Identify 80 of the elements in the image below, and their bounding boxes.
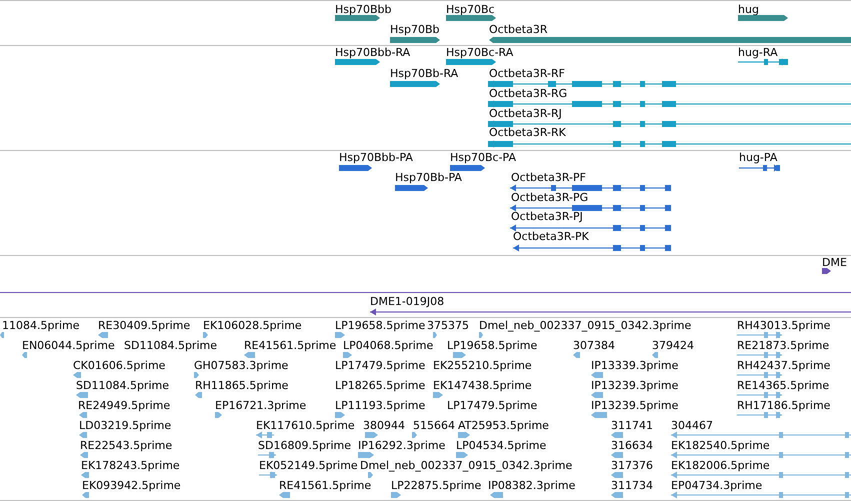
feature-label: RH11865.5prime: [195, 379, 288, 393]
feature-label: EN06044.5prime: [22, 339, 115, 353]
feature-label: Dmel_neb_002337_0915_0342.3prime: [479, 319, 692, 333]
feature-label: IP13339.3prime: [591, 359, 678, 373]
feature-label: EK182540.5prime: [671, 439, 770, 453]
feature-label: RH17186.5prime: [737, 399, 830, 413]
feature-label: IP08382.3prime: [488, 479, 576, 493]
feature-label: Hsp70Bbb-PA: [339, 151, 413, 165]
feature-label: LP19658.5prime: [447, 339, 538, 353]
feature-label: Hsp70Bbb: [335, 3, 392, 17]
feature-label: Hsp70Bb-PA: [395, 171, 462, 185]
feature-label: RE41561.5prime: [244, 339, 336, 353]
feature-label: SD16809.5prime: [258, 439, 351, 453]
feature-label: Octbeta3R: [489, 23, 548, 37]
feature-label: LP04534.5prime: [456, 439, 546, 453]
feature-label: Octbeta3R-RG: [489, 87, 568, 101]
feature-label: 375375: [427, 319, 469, 333]
feature-label: EK182006.5prime: [671, 459, 770, 473]
feature-label: SD11084.5prime: [124, 339, 217, 353]
feature-label: RE24949.5prime: [78, 399, 170, 413]
feature-label: Octbeta3R-RK: [489, 126, 566, 140]
feature-label: EK052149.5prime: [259, 459, 358, 473]
feature-label: IP16292.3prime: [358, 439, 446, 453]
feature-label: Hsp70Bb: [390, 23, 440, 37]
feature-label: EK117610.5prime: [256, 419, 355, 433]
feature-label: 311734: [611, 479, 653, 493]
feature-label: Hsp70Bc-RA: [446, 46, 514, 60]
feature-label: Octbeta3R-RJ: [489, 107, 562, 121]
feature-label: LP17479.5prime: [447, 399, 538, 413]
feature-label: GH07583.3prime: [194, 359, 288, 373]
feature-label: 515664: [413, 419, 455, 433]
feature-label: 11084.5prime: [2, 319, 80, 333]
feature-label: RE30409.5prime: [98, 319, 190, 333]
feature-label: CK01606.5prime: [73, 359, 166, 373]
feature-label: 311741: [611, 419, 653, 433]
feature-label: RE21873.5prime: [737, 339, 830, 353]
feature-label: LP04068.5prime: [343, 339, 434, 353]
feature-label: Octbeta3R-PJ: [511, 210, 583, 224]
feature-label: LP19658.5prime: [335, 319, 426, 333]
feature-label: LP18265.5prime: [335, 379, 426, 393]
feature-label: RE41561.5prime: [279, 479, 372, 493]
feature-label: EK093942.5prime: [82, 479, 181, 493]
feature-label: EK178243.5prime: [81, 459, 180, 473]
feature-label: RE14365.5prime: [737, 379, 830, 393]
feature-label: LP22875.5prime: [391, 479, 482, 493]
feature-label: LP11193.5prime: [335, 399, 426, 413]
feature-label: RH43013.5prime: [737, 319, 830, 333]
feature-label: 304467: [671, 419, 713, 433]
feature-label: EK147438.5prime: [433, 379, 532, 393]
feature-label: EK255210.5prime: [433, 359, 532, 373]
feature-label: 317376: [611, 459, 653, 473]
feature-label: Hsp70Bbb-RA: [335, 46, 410, 60]
feature-label: Hsp70Bb-RA: [390, 67, 458, 81]
feature-label: SD11084.5prime: [76, 379, 169, 393]
feature-label: RE22543.5prime: [80, 439, 172, 453]
feature-label: 380944: [363, 419, 405, 433]
feature-label: LP17479.5prime: [335, 359, 426, 373]
feature-label: hug-RA: [738, 46, 778, 60]
feature-label: hug: [738, 3, 759, 17]
feature-label: Octbeta3R-PF: [511, 171, 586, 185]
feature-label: DME1-019J08: [370, 295, 444, 309]
feature-label: IP13239.3prime: [591, 379, 678, 393]
feature-label: Hsp70Bc-PA: [450, 151, 516, 165]
feature-label: Octbeta3R-RF: [489, 67, 565, 81]
feature-label: Dmel_neb_002337_0915_0342.3prime: [360, 459, 572, 473]
feature-label: LD03219.5prime: [79, 419, 172, 433]
feature-label: EP16721.3prime: [215, 399, 306, 413]
feature-label: DME: [822, 256, 847, 270]
feature-label: AT25953.5prime: [458, 419, 549, 433]
feature-label: RH42437.5prime: [737, 359, 830, 373]
feature-label: Octbeta3R-PG: [511, 191, 588, 205]
feature-label: Octbeta3R-PK: [513, 230, 589, 244]
feature-label: 307384: [573, 339, 615, 353]
feature-label: IP13239.5prime: [591, 399, 678, 413]
feature-label: EK106028.5prime: [203, 319, 302, 333]
feature-label: hug-PA: [739, 151, 778, 165]
feature-label: EP04734.3prime: [671, 479, 762, 493]
feature-label: Hsp70Bc: [446, 3, 495, 17]
feature-label: 379424: [652, 339, 694, 353]
feature-label: 316634: [611, 439, 653, 453]
